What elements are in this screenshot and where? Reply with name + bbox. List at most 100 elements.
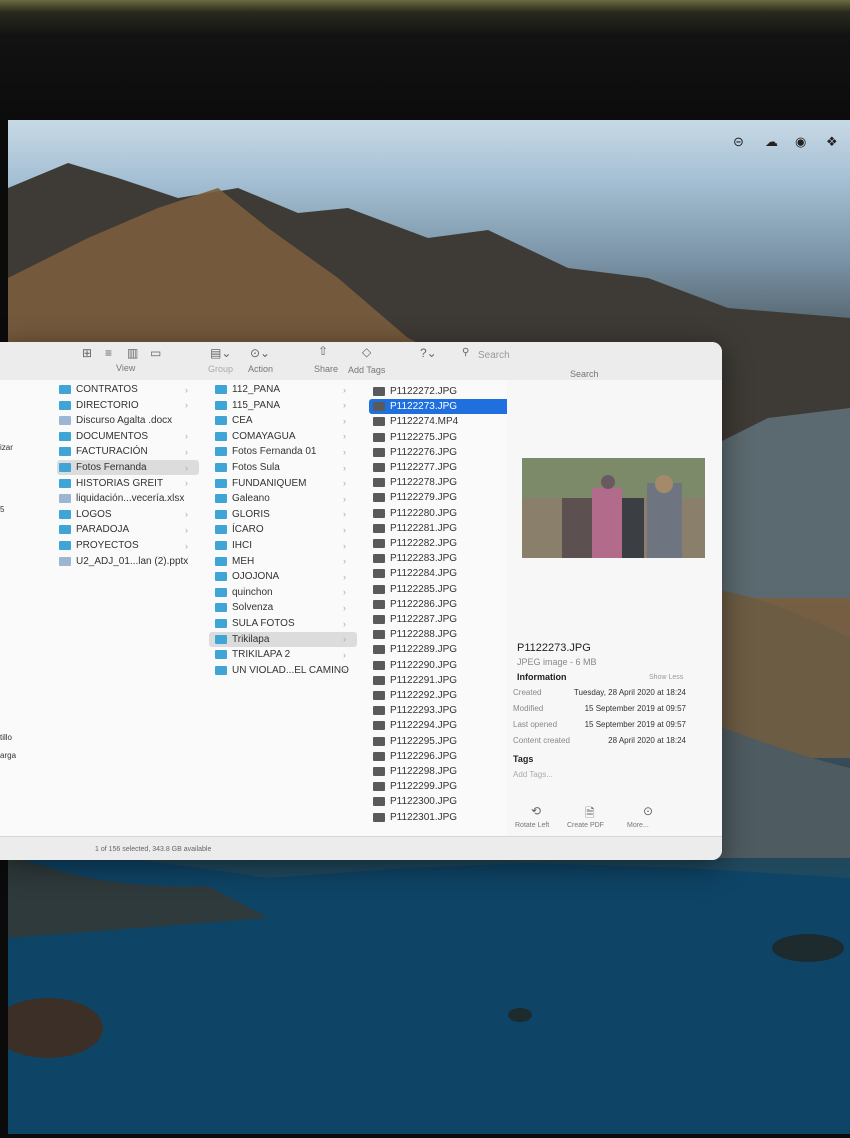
list-item[interactable]: UN VIOLAD...EL CAMINO › [209, 663, 357, 678]
file-row[interactable]: P1122286.JPG [369, 597, 513, 612]
group-label: Group [208, 364, 234, 374]
list-item[interactable]: Fotos Fernanda 01 › [209, 444, 357, 459]
list-item[interactable]: FACTURACIÓN › [57, 444, 199, 459]
help-icon[interactable]: ?⌄ [420, 346, 437, 360]
column-parent: izar 5 tillo arga [0, 380, 56, 836]
list-item[interactable]: U2_ADJ_01...lan (2).pptx [57, 554, 199, 569]
dropbox-icon[interactable]: ❖ [826, 134, 838, 150]
list-item[interactable]: 115_PANA › [209, 398, 357, 413]
file-row[interactable]: P1122277.JPG [369, 460, 513, 475]
list-item[interactable]: Fotos Sula › [209, 460, 357, 475]
file-name: P1122280.JPG [390, 507, 458, 519]
file-row[interactable]: P1122296.JPG [369, 749, 513, 764]
list-item[interactable]: FUNDANIQUEM › [209, 476, 357, 491]
file-row[interactable]: P1122292.JPG [369, 688, 513, 703]
list-item[interactable]: Discurso Agalta .docx [57, 413, 199, 428]
file-row[interactable]: P1122284.JPG [369, 566, 513, 581]
list-item[interactable]: OJOJONA › [209, 569, 357, 584]
add-tags-field[interactable]: Add Tags... [513, 770, 553, 779]
list-item[interactable]: Trikilapa › [209, 631, 357, 647]
file-row[interactable]: P1122274.MP4 [369, 414, 513, 429]
list-item[interactable]: liquidación...vecería.xlsx [57, 491, 199, 506]
file-row[interactable]: P1122288.JPG [369, 627, 513, 642]
chevron-right-icon: › [185, 384, 188, 395]
file-row[interactable]: P1122300.JPG [369, 794, 513, 809]
list-item[interactable]: ÍCARO › [209, 522, 357, 537]
column0-item[interactable]: tillo [0, 730, 12, 745]
list-item[interactable]: CONTRATOS › [57, 382, 199, 397]
list-item[interactable]: DIRECTORIO › [57, 398, 199, 413]
remote-desktop-icon[interactable]: ⊝ [733, 134, 744, 150]
file-row[interactable]: P1122294.JPG [369, 718, 513, 733]
file-row[interactable]: P1122295.JPG [369, 734, 513, 749]
file-name: P1122300.JPG [390, 796, 458, 808]
show-less-button[interactable]: Show Less [649, 674, 683, 681]
file-row[interactable]: P1122275.JPG [369, 430, 513, 445]
list-item[interactable]: COMAYAGUA › [209, 429, 357, 444]
action-icon[interactable]: ⊙⌄ [250, 346, 270, 360]
more-button[interactable]: More... [627, 822, 649, 829]
file-row[interactable]: P1122282.JPG [369, 536, 513, 551]
list-item[interactable]: Solvenza › [209, 600, 357, 615]
icon-view-icon[interactable]: ⊞ [82, 346, 92, 360]
file-row[interactable]: P1122287.JPG [369, 612, 513, 627]
file-row[interactable]: P1122272.JPG [369, 384, 513, 399]
tag-icon[interactable]: ◇ [362, 345, 371, 359]
list-item[interactable]: TRIKILAPA 2 › [209, 647, 357, 662]
file-name: P1122299.JPG [390, 781, 458, 793]
folder-icon [215, 541, 227, 550]
folder-icon [215, 431, 227, 441]
file-row[interactable]: P1122279.JPG [369, 490, 513, 505]
file-row[interactable]: P1122276.JPG [369, 445, 513, 460]
list-item[interactable]: Fotos Fernanda › [57, 460, 199, 475]
rotate-left-button[interactable]: Rotate Left [515, 822, 549, 829]
list-item[interactable]: CEA › [209, 413, 357, 428]
file-row[interactable]: P1122280.JPG [369, 506, 513, 521]
file-row[interactable]: P1122281.JPG [369, 521, 513, 536]
file-row[interactable]: P1122283.JPG [369, 551, 513, 566]
list-item[interactable]: MEH › [209, 554, 357, 569]
column0-item[interactable]: izar [0, 440, 13, 455]
list-item[interactable]: quinchon › [209, 585, 357, 600]
file-row[interactable]: P1122301.JPG [369, 810, 513, 825]
image-file-icon [373, 812, 385, 822]
file-row[interactable]: P1122293.JPG [369, 703, 513, 718]
list-item[interactable]: SULA FOTOS › [209, 616, 357, 631]
gallery-view-icon[interactable]: ▭ [150, 346, 161, 360]
column0-item[interactable]: 5 [0, 502, 4, 517]
list-item[interactable]: DOCUMENTOS › [57, 429, 199, 444]
create-pdf-button[interactable]: Create PDF [567, 822, 604, 829]
chevron-right-icon: › [185, 524, 188, 535]
list-view-icon[interactable]: ≡ [105, 346, 112, 360]
file-row[interactable]: P1122285.JPG [369, 582, 513, 597]
list-item[interactable]: HISTORIAS GREIT › [57, 476, 199, 491]
file-row[interactable]: P1122278.JPG [369, 475, 513, 490]
group-icon[interactable]: ▤⌄ [210, 346, 231, 360]
more-icon[interactable]: ⊙ [643, 804, 653, 818]
rotate-left-icon[interactable]: ⟲ [531, 804, 541, 818]
column-view-icon[interactable]: ▥ [127, 346, 138, 360]
file-row[interactable]: P1122289.JPG [369, 642, 513, 657]
screen-record-icon[interactable]: ◉ [795, 134, 806, 150]
list-item[interactable]: LOGOS › [57, 507, 199, 522]
file-row[interactable]: P1122273.JPG [369, 399, 513, 415]
file-row[interactable]: P1122299.JPG [369, 779, 513, 794]
file-row[interactable]: P1122291.JPG [369, 673, 513, 688]
file-name: P1122278.JPG [390, 477, 458, 489]
share-icon[interactable]: ⇧ [318, 344, 328, 358]
list-item-label: DOCUMENTOS [76, 430, 149, 442]
cloud-icon[interactable]: ☁ [765, 134, 778, 150]
search-input[interactable]: Search [478, 350, 510, 361]
column0-item[interactable]: arga [0, 748, 16, 763]
list-item[interactable]: PARADOJA › [57, 522, 199, 537]
list-item[interactable]: GLORIS › [209, 507, 357, 522]
list-item[interactable]: IHCI › [209, 538, 357, 553]
folder-icon [215, 619, 227, 628]
file-row[interactable]: P1122290.JPG [369, 658, 513, 673]
file-row[interactable]: P1122298.JPG [369, 764, 513, 779]
list-item[interactable]: Galeano › [209, 491, 357, 506]
chevron-right-icon: › [343, 384, 346, 395]
list-item[interactable]: 112_PANA › [209, 382, 357, 397]
list-item-label: Galeano [232, 493, 270, 505]
list-item[interactable]: PROYECTOS › [57, 538, 199, 553]
